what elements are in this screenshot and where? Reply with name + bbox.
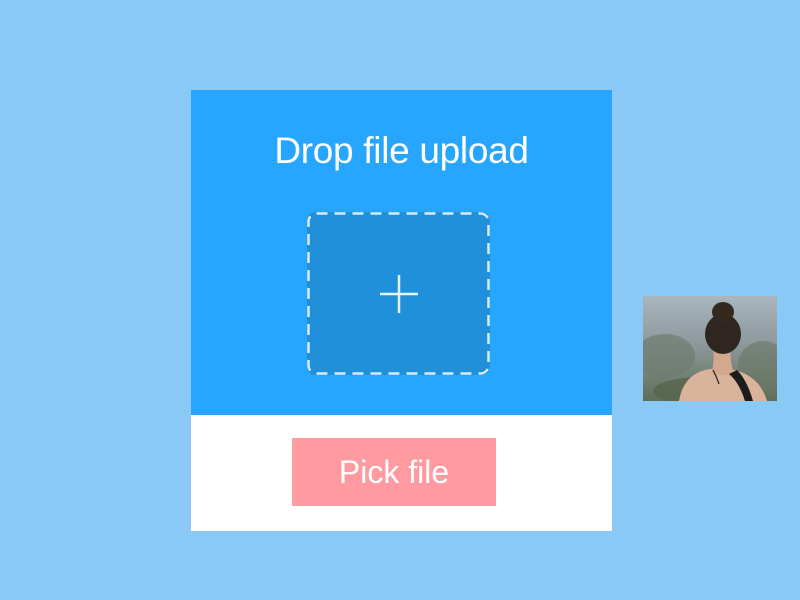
drop-panel: Drop file upload (191, 90, 612, 415)
dropzone[interactable] (307, 212, 490, 375)
upload-title: Drop file upload (274, 130, 529, 171)
image-thumbnail[interactable] (643, 296, 777, 401)
plus-icon (379, 274, 418, 313)
upload-card: Drop file upload Pick file (191, 90, 612, 531)
woman-photo (643, 296, 777, 401)
pick-file-button[interactable]: Pick file (292, 438, 496, 506)
